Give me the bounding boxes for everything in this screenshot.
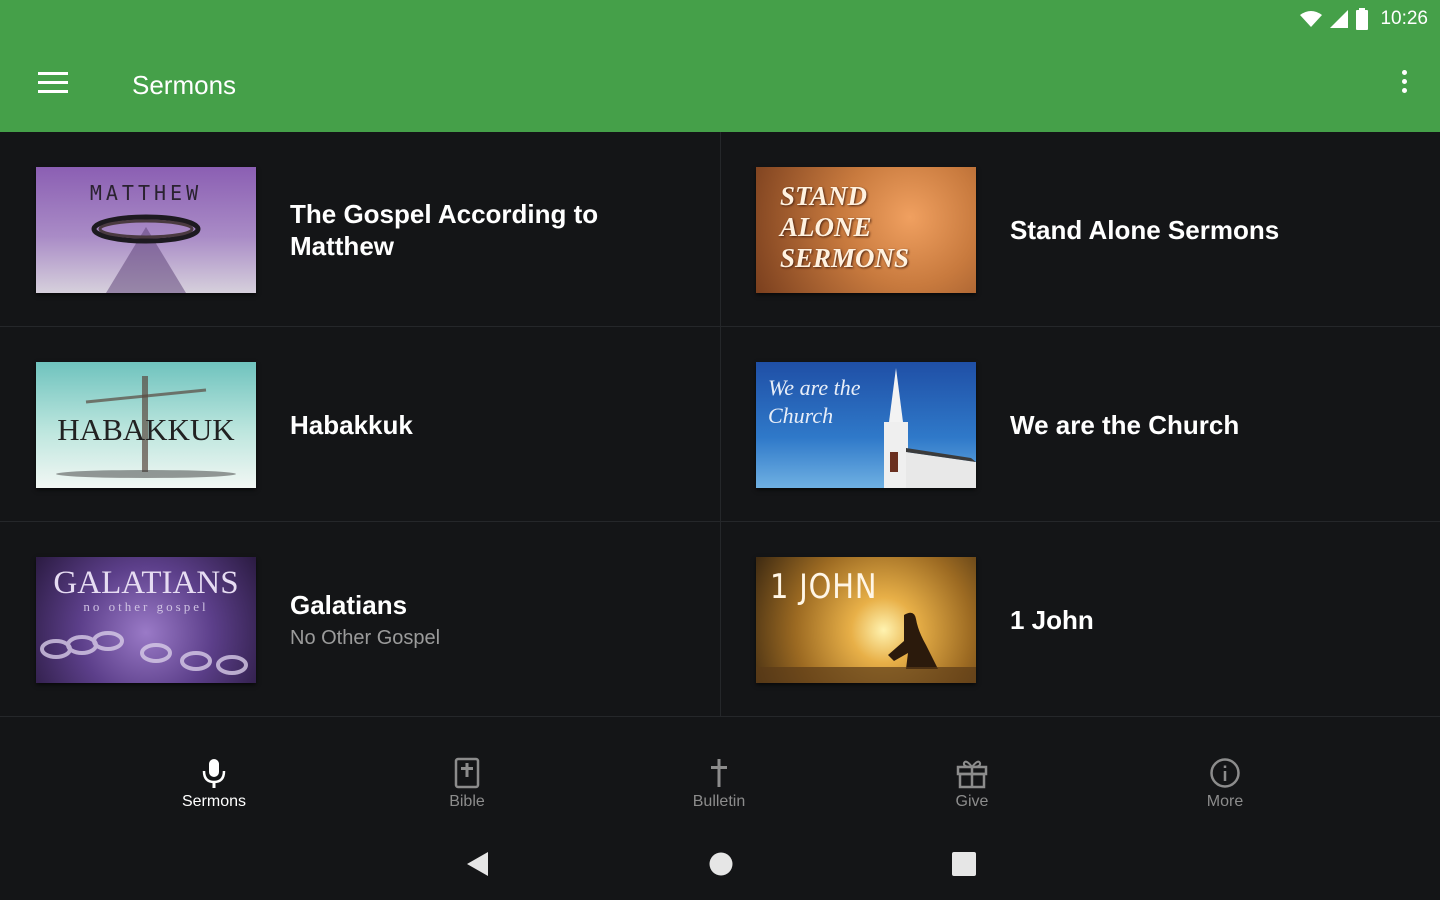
series-title: Galatians xyxy=(290,590,408,620)
menu-icon-bar xyxy=(38,81,68,84)
recents-icon[interactable] xyxy=(951,851,977,877)
page-title: Sermons xyxy=(132,70,237,100)
series-title: 1 John xyxy=(1010,604,1094,635)
nav-label: More xyxy=(1206,793,1244,810)
nav-sermons[interactable]: Sermons xyxy=(134,757,294,811)
series-thumbnail: STAND ALONE SERMONS xyxy=(756,167,976,293)
broken-chain-image xyxy=(40,631,248,675)
sermon-series-grid: MATTHEW The Gospel According to Matthew … xyxy=(0,132,1440,717)
series-title: The Gospel According to Matthew xyxy=(290,198,599,261)
info-icon xyxy=(1210,758,1240,788)
series-label: We are the Church xyxy=(1010,327,1410,522)
series-subtitle: No Other Gospel xyxy=(290,627,441,649)
more-vert-icon xyxy=(1401,70,1407,75)
cross-icon xyxy=(711,759,727,787)
nav-bible[interactable]: Bible xyxy=(387,757,547,811)
battery-icon xyxy=(1356,8,1369,30)
series-title: Stand Alone Sermons xyxy=(1010,214,1280,245)
series-thumbnail: HABAKKUK xyxy=(36,362,256,488)
church-image xyxy=(884,368,976,488)
series-item-stand-alone[interactable]: STAND ALONE SERMONS Stand Alone Sermons xyxy=(720,132,1440,327)
nav-label: Bible xyxy=(449,793,485,810)
series-label: Habakkuk xyxy=(290,327,690,522)
microphone-icon xyxy=(202,759,226,788)
series-title: We are the Church xyxy=(1010,409,1240,440)
status-bar: 10:26 xyxy=(1300,6,1428,32)
series-item-habakkuk[interactable]: HABAKKUK Habakkuk xyxy=(0,327,720,522)
nav-label: Sermons xyxy=(181,793,247,810)
gift-icon xyxy=(956,760,988,789)
series-label: 1 John xyxy=(1010,522,1410,717)
series-thumbnail: MATTHEW xyxy=(36,167,256,293)
series-item-we-are-the-church[interactable]: We are the Church We are the Church xyxy=(720,327,1440,522)
cell-signal-icon xyxy=(1330,10,1349,28)
series-item-1-john[interactable]: 1 JOHN 1 John xyxy=(720,522,1440,717)
nav-label: Bulletin xyxy=(692,793,746,810)
thumbnail-text: STAND ALONE SERMONS xyxy=(780,181,910,273)
app-bar: 10:26 Sermons xyxy=(0,0,1440,132)
series-label: The Gospel According to Matthew xyxy=(290,132,690,327)
series-thumbnail: 1 JOHN xyxy=(756,557,976,683)
nav-bulletin[interactable]: Bulletin xyxy=(639,757,799,811)
series-item-matthew[interactable]: MATTHEW The Gospel According to Matthew xyxy=(0,132,720,327)
wifi-icon xyxy=(1300,11,1323,27)
overflow-menu-button[interactable] xyxy=(1398,70,1410,100)
menu-icon xyxy=(38,72,68,75)
more-vert-dot xyxy=(1401,88,1407,93)
more-vert-dot xyxy=(1401,79,1407,84)
kneeling-man-image xyxy=(756,612,976,683)
series-thumbnail: GALATIANS no other gospel xyxy=(36,557,256,683)
series-item-galatians[interactable]: GALATIANS no other gospel Galatians No O… xyxy=(0,522,720,717)
series-label: Galatians No Other Gospel xyxy=(290,522,690,717)
nav-more[interactable]: More xyxy=(1145,757,1305,811)
system-navigation-bar xyxy=(0,827,1440,900)
back-icon[interactable] xyxy=(464,851,490,877)
nav-label: Give xyxy=(955,793,989,810)
series-thumbnail: We are the Church xyxy=(756,362,976,488)
clock: 10:26 xyxy=(1380,8,1428,29)
menu-button[interactable] xyxy=(38,72,70,98)
series-label: Stand Alone Sermons xyxy=(1010,132,1410,327)
thumbnail-text: HABAKKUK xyxy=(57,412,235,447)
home-icon[interactable] xyxy=(708,851,734,877)
crown-of-thorns-image xyxy=(91,214,201,293)
bible-icon xyxy=(454,757,480,789)
bottom-navigation: Sermons Bible Bulletin Give More xyxy=(0,717,1440,827)
nav-give[interactable]: Give xyxy=(892,757,1052,811)
series-title: Habakkuk xyxy=(290,409,413,440)
menu-icon-bar xyxy=(38,90,68,93)
